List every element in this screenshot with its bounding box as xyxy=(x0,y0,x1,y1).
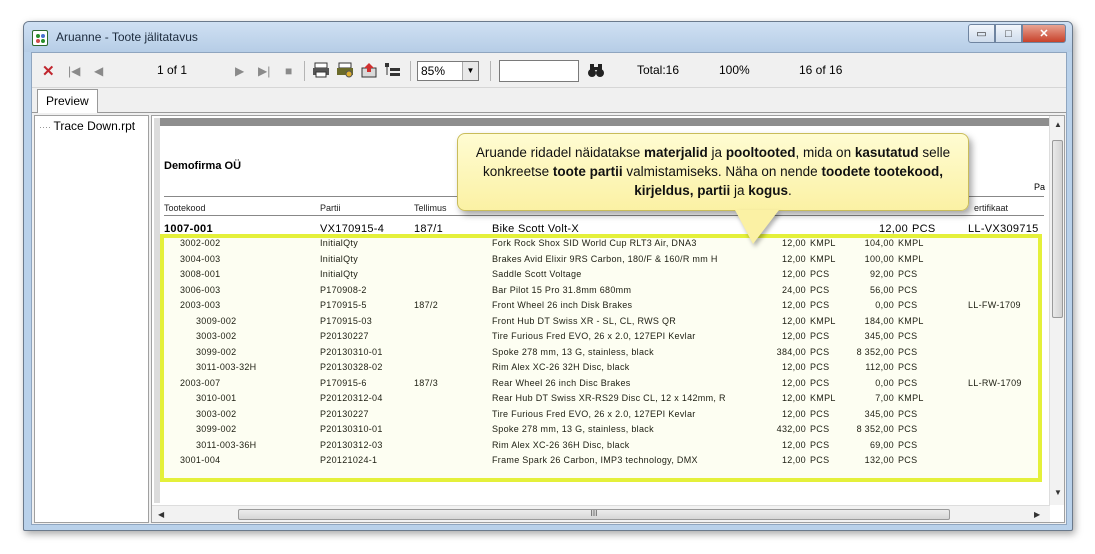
column-header-code: Tootekood xyxy=(164,203,206,213)
next-page-icon[interactable]: ▶ xyxy=(235,62,244,80)
close-report-icon[interactable]: ✕ xyxy=(42,62,55,80)
callout-text: ja xyxy=(707,145,726,160)
zoom-select[interactable]: 85% ▼ xyxy=(417,61,479,81)
callout-text: ja xyxy=(730,183,749,198)
callout-bold: toote partii xyxy=(552,164,623,179)
group-tree-icon[interactable] xyxy=(384,62,402,78)
report-window: Aruanne - Toote jälitatavus ▭ □ ✕ ✕ |◀ ◀… xyxy=(23,21,1073,531)
scroll-up-icon[interactable]: ▲ xyxy=(1054,120,1062,129)
callout-text: . xyxy=(788,183,792,198)
records-indicator: 16 of 16 xyxy=(799,63,843,77)
group-tree-panel: Trace Down.rpt xyxy=(34,115,149,523)
callout-bold: pooltooted xyxy=(725,145,796,160)
last-page-icon[interactable]: ▶| xyxy=(258,62,270,80)
highlight-frame xyxy=(160,234,1042,482)
vertical-scrollbar[interactable]: ▲ ▼ xyxy=(1049,116,1064,505)
scroll-left-icon[interactable]: ◀ xyxy=(158,510,164,519)
tree-item-trace-down[interactable]: Trace Down.rpt xyxy=(39,119,148,133)
percent-indicator: 100% xyxy=(719,63,750,77)
tree-item-label: Trace Down.rpt xyxy=(53,119,136,133)
column-header-partial: Pa xyxy=(1034,182,1046,192)
callout-text: Aruande ridadel näidatakse xyxy=(475,145,645,160)
tab-preview[interactable]: Preview xyxy=(37,89,98,113)
print-icon[interactable] xyxy=(312,62,330,78)
tab-strip: Preview xyxy=(32,88,1066,114)
window-title: Aruanne - Toote jälitatavus xyxy=(56,30,198,44)
callout-text: , mida on xyxy=(795,145,855,160)
scroll-down-icon[interactable]: ▼ xyxy=(1054,488,1062,497)
total-count: Total:16 xyxy=(637,63,680,77)
print-setup-icon[interactable] xyxy=(336,62,354,78)
zoom-value: 85% xyxy=(421,64,446,78)
title-bar[interactable]: Aruanne - Toote jälitatavus ▭ □ ✕ xyxy=(24,22,1072,52)
annotation-callout: Aruande ridadel näidatakse materjalid ja… xyxy=(457,133,969,211)
minimize-button[interactable]: ▭ xyxy=(968,24,995,43)
close-window-button[interactable]: ✕ xyxy=(1022,24,1066,43)
stop-icon[interactable]: ■ xyxy=(285,62,292,80)
chevron-down-icon[interactable]: ▼ xyxy=(462,62,478,80)
company-name: Demofirma OÜ xyxy=(164,160,242,172)
callout-bold: kogus xyxy=(748,183,789,198)
binoculars-icon[interactable] xyxy=(587,62,605,78)
column-header-certificate: ertifikaat xyxy=(974,203,1009,213)
callout-text: valmistamiseks. Näha on nende xyxy=(622,164,822,179)
callout-pointer xyxy=(735,210,779,244)
callout-bold: materjalid xyxy=(644,145,708,160)
horizontal-scrollbar[interactable]: ◀ III ▶ xyxy=(152,505,1050,522)
horizontal-scroll-thumb[interactable]: III xyxy=(238,509,950,520)
export-icon[interactable] xyxy=(360,62,378,78)
client-area: ✕ |◀ ◀ 1 of 1 ▶ ▶| ■ 85% ▼ Total:16 100%… xyxy=(31,52,1067,525)
scroll-right-icon[interactable]: ▶ xyxy=(1034,510,1040,519)
report-toolbar: ✕ |◀ ◀ 1 of 1 ▶ ▶| ■ 85% ▼ Total:16 100%… xyxy=(32,53,1066,88)
column-header-order: Tellimus xyxy=(414,203,447,213)
prev-page-icon[interactable]: ◀ xyxy=(94,62,103,80)
app-icon xyxy=(32,30,48,46)
column-header-batch: Partii xyxy=(320,203,341,213)
search-input[interactable] xyxy=(499,60,579,82)
first-page-icon[interactable]: |◀ xyxy=(68,62,80,80)
page-indicator: 1 of 1 xyxy=(157,63,188,77)
vertical-scroll-thumb[interactable] xyxy=(1052,140,1063,318)
maximize-button[interactable]: □ xyxy=(995,24,1022,43)
callout-bold: kasutatud xyxy=(854,145,919,160)
